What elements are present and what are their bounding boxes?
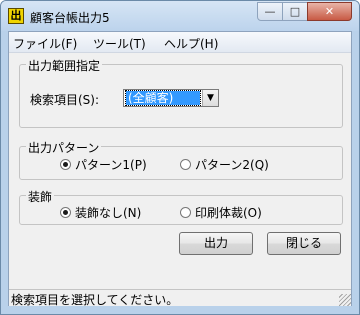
decoration-group: 装飾 装飾なし(N) 印刷体裁(O) [19,188,343,225]
radio-unchecked-icon[interactable] [180,207,191,218]
radio-checked-icon[interactable] [60,207,71,218]
app-icon[interactable]: 出 [8,8,24,24]
close-button[interactable]: 閉じる [267,232,341,255]
pattern2-label: パターン2(Q) [195,158,269,172]
title-bar[interactable]: 出 顧客台帳出力5 — □ ✕ [1,1,359,31]
client-area: ファイル(F) ツール(T) ヘルプ(H) 出力範囲指定 検索項目(S): (全… [8,31,352,307]
close-window-button[interactable]: ✕ [307,2,352,21]
output-range-group: 出力範囲指定 検索項目(S): (全顧客) ▼ [19,57,343,128]
output-button[interactable]: 出力 [179,232,253,255]
window-title: 顧客台帳出力5 [30,11,110,25]
resize-grip-icon[interactable] [339,294,351,306]
maximize-button[interactable]: □ [282,2,308,21]
menu-tools[interactable]: ツール(T) [93,35,146,52]
menu-help[interactable]: ヘルプ(H) [164,35,218,52]
main-window: 出 顧客台帳出力5 — □ ✕ ファイル(F) ツール(T) ヘルプ(H) 出力… [0,0,360,315]
print-format-radio[interactable]: 印刷体裁(O) [180,204,262,221]
radio-unchecked-icon[interactable] [180,159,191,170]
search-item-value: (全顧客) [125,90,201,106]
search-item-label: 検索項目(S): [30,93,100,107]
pattern1-radio[interactable]: パターン1(P) [60,156,147,173]
output-pattern-title: 出力パターン [26,139,102,156]
minimize-button[interactable]: — [257,2,283,21]
menu-bar: ファイル(F) ツール(T) ヘルプ(H) [9,32,351,53]
output-range-title: 出力範囲指定 [26,57,103,74]
search-item-select[interactable]: (全顧客) ▼ [123,89,219,107]
status-text: 検索項目を選択してください。 [11,293,179,307]
output-pattern-group: 出力パターン パターン1(P) パターン2(Q) [19,139,343,180]
decoration-title: 装飾 [26,188,55,205]
chevron-down-icon[interactable]: ▼ [202,90,218,106]
status-bar: 検索項目を選択してください。 [9,289,351,307]
menu-file[interactable]: ファイル(F) [13,35,77,52]
radio-checked-icon[interactable] [60,159,71,170]
pattern2-radio[interactable]: パターン2(Q) [180,156,269,173]
print-format-label: 印刷体裁(O) [195,206,262,220]
pattern1-label: パターン1(P) [75,158,147,172]
no-decoration-radio[interactable]: 装飾なし(N) [60,204,141,221]
no-decoration-label: 装飾なし(N) [75,206,142,220]
